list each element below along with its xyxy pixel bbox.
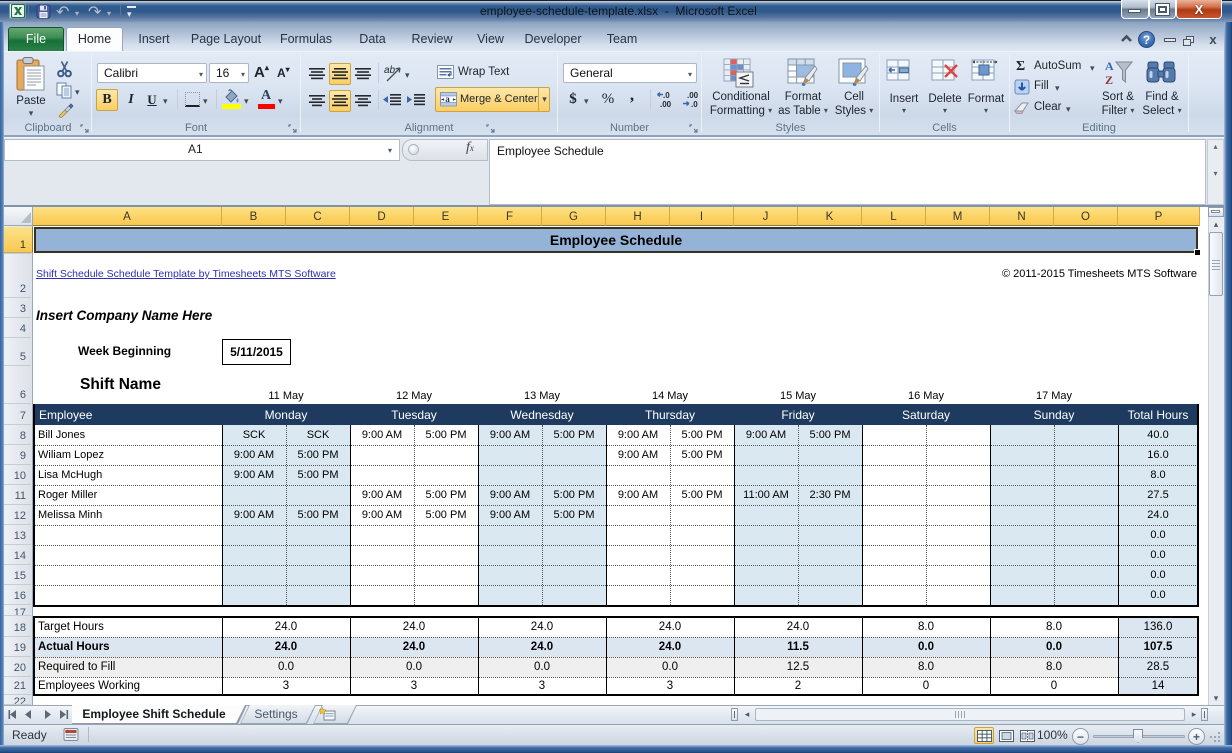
svg-text:.00: .00 — [660, 100, 672, 109]
svg-text:.0: .0 — [691, 100, 698, 109]
svg-text:Z: Z — [1105, 73, 1113, 87]
svg-text:.00: .00 — [687, 91, 699, 100]
svg-text:A: A — [1105, 59, 1114, 73]
svg-text:a: a — [445, 94, 450, 104]
svg-text:.0: .0 — [663, 91, 670, 100]
